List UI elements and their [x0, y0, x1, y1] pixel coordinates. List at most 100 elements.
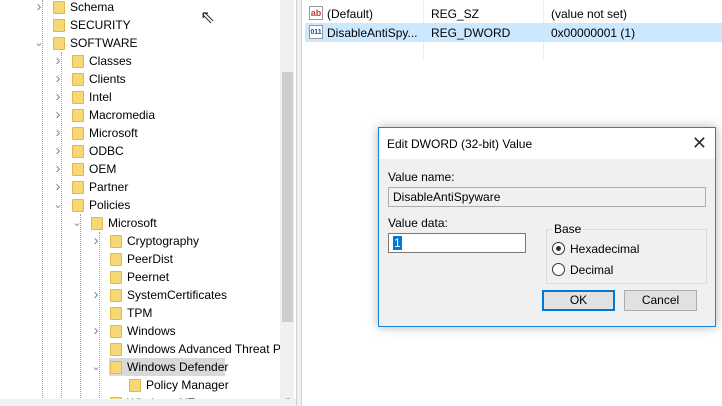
tree-item-label: PeerDist	[127, 252, 174, 266]
chevron-right-icon[interactable]: ›	[91, 232, 101, 250]
folder-icon	[72, 73, 84, 86]
folder-icon	[72, 109, 84, 122]
value-name: (Default)	[327, 7, 374, 21]
hexadecimal-radio[interactable]	[552, 242, 565, 255]
value-data-input[interactable]: 1	[388, 233, 526, 253]
chevron-right-icon[interactable]: ›	[53, 70, 63, 88]
tree-item[interactable]: ⌄ Policies	[0, 196, 280, 214]
folder-icon	[53, 19, 65, 32]
tree-item-label: OEM	[89, 162, 117, 176]
chevron-right-icon[interactable]: ›	[53, 178, 63, 196]
tree-item-label: Microsoft	[89, 126, 138, 140]
tree-item-label: Macromedia	[89, 108, 156, 122]
tree-item-label: SECURITY	[70, 18, 131, 32]
decimal-label[interactable]: Decimal	[570, 263, 613, 277]
value-type: REG_SZ	[431, 7, 480, 21]
tree-item[interactable]: › SystemCertificates	[0, 286, 280, 304]
folder-icon	[110, 307, 122, 320]
tree-item-label: Cryptography	[127, 234, 200, 248]
tree-item[interactable]: › Windows	[0, 322, 280, 340]
chevron-down-icon[interactable]: ⌄	[91, 358, 101, 376]
registry-tree: › Schema SECURITY ⌄ SOFTWARE › Classes › Clients…	[0, 0, 296, 406]
folder-icon	[91, 217, 103, 230]
chevron-right-icon[interactable]: ›	[91, 286, 101, 304]
tree-item[interactable]: Windows Advanced Threat P	[0, 340, 281, 358]
tree-item[interactable]: SECURITY	[0, 16, 280, 34]
binary-value-icon: 011	[309, 25, 323, 39]
tree-item-label: Policies	[89, 198, 131, 212]
value-type: REG_DWORD	[431, 26, 511, 40]
tree-item-label: Microsoft	[108, 216, 157, 230]
folder-icon	[110, 325, 122, 338]
ok-button[interactable]: OK	[542, 290, 615, 311]
tree-item[interactable]: › Schema	[0, 0, 280, 16]
value-name-label: Value name:	[388, 170, 455, 184]
tree-item[interactable]: › Classes	[0, 52, 280, 70]
value-name: DisableAntiSpy...	[327, 26, 418, 40]
folder-icon	[110, 271, 122, 284]
folder-icon	[72, 127, 84, 140]
value-row-default[interactable]: ab (Default) REG_SZ (value not set)	[305, 4, 722, 23]
value-data: (value not set)	[551, 7, 628, 21]
string-value-icon: ab	[309, 6, 323, 20]
chevron-right-icon[interactable]: ›	[53, 124, 63, 142]
base-label: Base	[552, 222, 584, 236]
tree-item[interactable]: › Macromedia	[0, 106, 280, 124]
chevron-right-icon[interactable]: ›	[53, 142, 63, 160]
folder-icon	[72, 181, 84, 194]
chevron-right-icon[interactable]: ›	[53, 88, 63, 106]
tree-item[interactable]: › Clients	[0, 70, 280, 88]
tree-item-label: SystemCertificates	[127, 288, 228, 302]
folder-icon	[129, 379, 141, 392]
edit-dword-dialog: Edit DWORD (32-bit) Value ✕ Value name: …	[378, 127, 716, 327]
tree-item-label: Windows Advanced Threat P	[127, 342, 281, 356]
tree-item-label: ODBC	[89, 144, 124, 158]
tree-item[interactable]: Peernet	[0, 268, 280, 286]
mouse-cursor-icon: ⇖	[200, 7, 216, 27]
folder-icon	[110, 361, 122, 374]
tree-item[interactable]: TPM	[0, 304, 280, 322]
tree-item[interactable]: › ODBC	[0, 142, 280, 160]
value-name-field[interactable]: DisableAntiSpyware	[388, 187, 706, 207]
chevron-right-icon[interactable]: ›	[91, 322, 101, 340]
tree-item[interactable]: PeerDist	[0, 250, 280, 268]
tree-item-label: Windows Defender	[127, 360, 229, 374]
chevron-right-icon[interactable]: ›	[53, 160, 63, 178]
folder-icon	[72, 55, 84, 68]
folder-icon	[110, 343, 122, 356]
chevron-right-icon[interactable]: ›	[34, 0, 44, 16]
tree-item-label: Peernet	[127, 270, 170, 284]
close-icon[interactable]: ✕	[692, 133, 707, 154]
tree-item-label: Schema	[70, 0, 115, 14]
folder-icon	[110, 289, 122, 302]
tree-item[interactable]: Policy Manager	[0, 376, 280, 394]
tree-horizontal-scrollbar[interactable]	[0, 399, 296, 406]
tree-item[interactable]: › Microsoft	[0, 124, 280, 142]
folder-icon	[72, 199, 84, 212]
cancel-button[interactable]: Cancel	[624, 290, 697, 311]
chevron-right-icon[interactable]: ›	[53, 52, 63, 70]
tree-item[interactable]: › Intel	[0, 88, 280, 106]
tree-item-label: Clients	[89, 72, 126, 86]
tree-item-label: TPM	[127, 306, 153, 320]
tree-item[interactable]: › OEM	[0, 160, 280, 178]
dialog-title: Edit DWORD (32-bit) Value	[387, 137, 533, 151]
tree-item[interactable]: › Cryptography	[0, 232, 280, 250]
decimal-radio[interactable]	[552, 263, 565, 276]
tree-item-label: Windows	[127, 324, 176, 338]
chevron-down-icon[interactable]: ⌄	[53, 196, 63, 214]
chevron-right-icon[interactable]: ›	[53, 106, 63, 124]
tree-item[interactable]: ⌄ Windows Defender	[0, 358, 280, 376]
tree-item[interactable]: ⌄ Microsoft	[0, 214, 280, 232]
value-row-disableantispyware[interactable]: 011 DisableAntiSpy... REG_DWORD 0x000000…	[305, 23, 722, 42]
chevron-down-icon[interactable]: ⌄	[34, 34, 44, 52]
tree-item-label: Classes	[89, 54, 132, 68]
tree-scroll-thumb[interactable]	[282, 72, 293, 322]
value-data-text: 1	[393, 236, 402, 250]
folder-icon	[72, 145, 84, 158]
chevron-down-icon[interactable]: ⌄	[72, 214, 82, 232]
dialog-title-bar: Edit DWORD (32-bit) Value ✕	[379, 128, 715, 159]
tree-item[interactable]: ⌄ SOFTWARE	[0, 34, 280, 52]
tree-item[interactable]: › Partner	[0, 178, 280, 196]
hexadecimal-label[interactable]: Hexadecimal	[570, 242, 639, 256]
